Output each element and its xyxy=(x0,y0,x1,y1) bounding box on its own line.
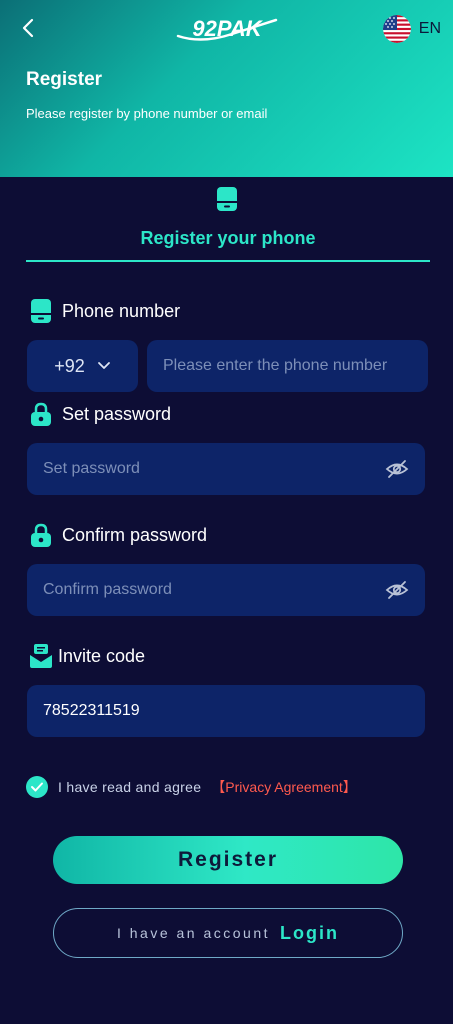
phone-number-label: Phone number xyxy=(28,298,180,324)
invite-code-box xyxy=(27,685,425,737)
back-button[interactable] xyxy=(14,14,42,42)
agreement-checkbox[interactable] xyxy=(26,776,48,798)
set-password-label: Set password xyxy=(28,401,171,427)
invite-code-label-text: Invite code xyxy=(58,645,146,666)
eye-off-icon[interactable] xyxy=(385,578,409,602)
set-password-input[interactable] xyxy=(43,460,385,478)
confirm-password-label-text: Confirm password xyxy=(62,524,208,545)
phone-icon xyxy=(31,299,51,323)
set-password-label-text: Set password xyxy=(62,403,172,424)
invite-code-input[interactable] xyxy=(43,702,409,720)
page-subtitle: Please register by phone number or email xyxy=(26,106,268,121)
login-link[interactable]: Login xyxy=(280,923,339,944)
page-title: Register xyxy=(26,69,103,90)
language-label: EN xyxy=(418,20,441,37)
us-flag-icon xyxy=(382,15,411,43)
country-code-value: +92 xyxy=(54,355,85,376)
header: 92PAK EN Register Please register by pho… xyxy=(0,0,453,177)
login-button[interactable]: I have an account Login xyxy=(53,908,403,958)
chevron-down-icon xyxy=(97,362,110,369)
check-icon xyxy=(31,782,43,792)
tab-label: Register your phone xyxy=(140,228,316,248)
lock-icon xyxy=(31,523,51,547)
invite-code-label: Invite code xyxy=(28,643,145,669)
phone-icon xyxy=(217,187,237,211)
logo-text: 92PAK xyxy=(192,16,263,41)
phone-number-label-text: Phone number xyxy=(62,300,181,321)
lock-icon xyxy=(31,402,51,426)
phone-input[interactable] xyxy=(163,357,412,375)
language-selector[interactable]: EN xyxy=(382,14,441,44)
country-code-select[interactable]: +92 xyxy=(27,340,138,392)
invite-icon xyxy=(30,644,52,668)
brand-logo: 92PAK xyxy=(176,16,278,41)
register-button[interactable]: Register xyxy=(53,836,403,884)
login-prefix-text: I have an account xyxy=(116,925,271,941)
phone-input-box xyxy=(147,340,428,392)
privacy-agreement-link[interactable]: 【Privacy Agreement】 xyxy=(211,777,357,797)
tab-register-phone[interactable]: Register your phone xyxy=(26,186,430,262)
back-arrow-icon xyxy=(22,18,34,38)
set-password-box xyxy=(27,443,425,495)
eye-off-icon[interactable] xyxy=(385,457,409,481)
agreement-text: I have read and agree xyxy=(58,779,202,795)
agreement-row: I have read and agree 【Privacy Agreement… xyxy=(26,776,357,798)
confirm-password-label: Confirm password xyxy=(28,522,207,548)
confirm-password-box xyxy=(27,564,425,616)
confirm-password-input[interactable] xyxy=(43,581,385,599)
